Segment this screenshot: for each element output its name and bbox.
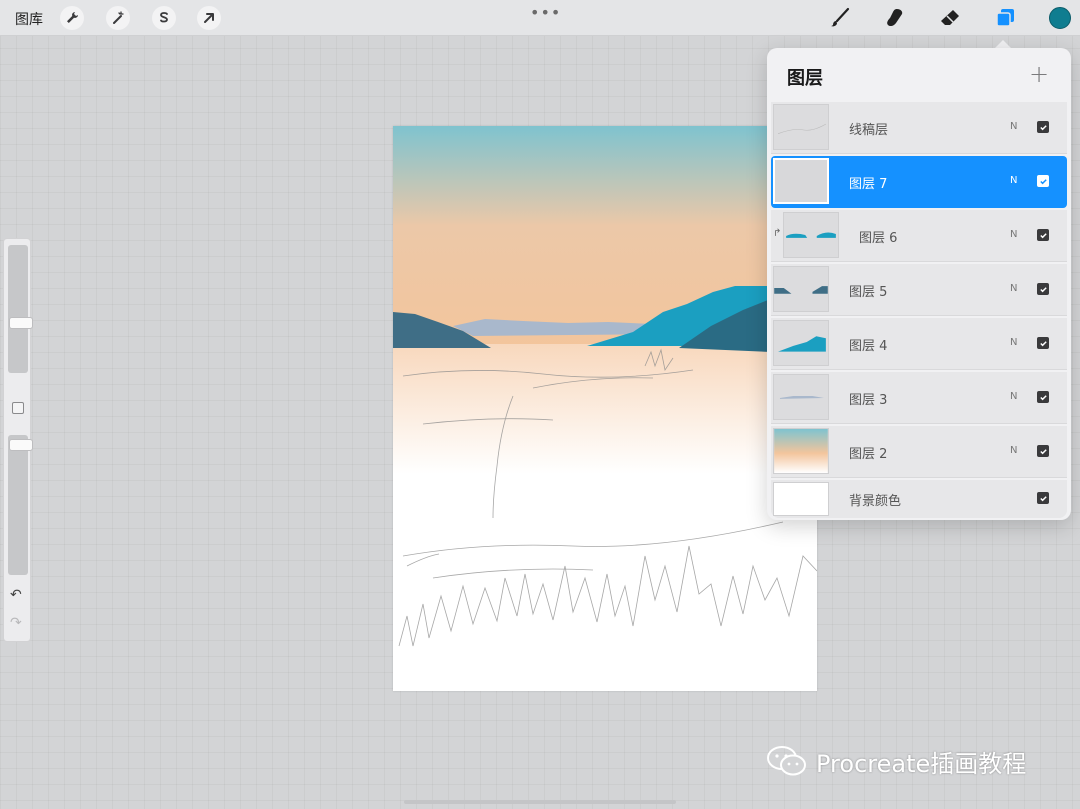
layer-row-layer-7[interactable]: 图层 7 N (771, 156, 1067, 208)
checkmark-icon (1039, 232, 1047, 238)
layer-thumbnail[interactable] (773, 266, 829, 312)
layer-6-thumbnail-image (786, 232, 836, 238)
wrench-icon (67, 12, 78, 23)
lineart-thumbnail-image (777, 123, 827, 134)
checkmark-icon (1039, 286, 1047, 292)
layer-thumbnail[interactable] (773, 104, 829, 150)
gallery-button[interactable]: 图库 (15, 9, 43, 29)
layer-visibility-checkbox[interactable] (1037, 229, 1049, 241)
checkmark-icon (1039, 340, 1047, 346)
layer-visibility-checkbox[interactable] (1037, 337, 1049, 349)
layer-visibility-checkbox[interactable] (1037, 175, 1049, 187)
opacity-slider[interactable] (8, 435, 33, 575)
brush-icon (831, 7, 850, 27)
blend-mode-button[interactable]: N (1010, 283, 1017, 294)
layer-name: 图层 5 (849, 285, 888, 300)
checkmark-icon (1039, 495, 1047, 501)
layers-panel-title: 图层 (787, 68, 823, 89)
layer-name: 图层 3 (849, 393, 888, 408)
layer-row-background-color[interactable]: 背景颜色 (771, 480, 1067, 518)
watermark-text: Procreate插画教程 (816, 749, 1027, 778)
layer-thumbnail[interactable] (773, 428, 829, 474)
layer-2-thumbnail-image (774, 429, 828, 473)
layer-thumbnail[interactable] (773, 482, 829, 516)
checkmark-icon (1039, 394, 1047, 400)
undo-button[interactable]: ↶ (10, 587, 22, 603)
blend-mode-button[interactable]: N (1010, 337, 1017, 348)
blend-mode-button[interactable]: N (1010, 445, 1017, 456)
top-toolbar: 图库 ••• (0, 0, 1080, 36)
checkmark-icon (1039, 178, 1047, 184)
layer-visibility-checkbox[interactable] (1037, 445, 1049, 457)
layer-visibility-checkbox[interactable] (1037, 492, 1049, 504)
layer-row-lineart[interactable]: 线稿层 N (771, 102, 1067, 154)
eraser-tool-button[interactable] (937, 5, 963, 31)
redo-button[interactable]: ↷ (10, 615, 22, 631)
blend-mode-button[interactable]: N (1010, 391, 1017, 402)
blend-mode-button[interactable]: N (1010, 121, 1017, 132)
more-options-handle[interactable]: ••• (530, 3, 561, 22)
checkmark-icon (1039, 124, 1047, 130)
clipping-mask-arrow-icon: ↱ (773, 228, 782, 239)
layer-4-thumbnail-image (778, 336, 826, 352)
canvas-artwork (393, 126, 817, 647)
blend-mode-button[interactable]: N (1010, 175, 1017, 186)
layer-thumbnail[interactable] (773, 320, 829, 366)
layer-name: 图层 7 (849, 177, 888, 192)
smudge-tool-button[interactable] (882, 5, 908, 31)
brush-tool-button[interactable] (827, 5, 853, 31)
layer-name: 线稿层 (849, 123, 889, 138)
smudge-icon (887, 9, 903, 27)
watermark: Procreate插画教程 (766, 745, 1027, 778)
layers-button[interactable] (992, 5, 1018, 31)
left-sidebar: ↶ ↷ (3, 238, 33, 642)
opacity-thumb[interactable] (9, 439, 33, 451)
layer-visibility-checkbox[interactable] (1037, 391, 1049, 403)
water-gradient (393, 344, 817, 474)
transform-button[interactable] (197, 6, 221, 30)
layer-row-layer-2[interactable]: 图层 2 N (771, 426, 1067, 478)
layer-name: 图层 4 (849, 339, 888, 354)
layers-icon (996, 9, 1014, 27)
magic-wand-icon (113, 11, 124, 24)
layer-visibility-checkbox[interactable] (1037, 121, 1049, 133)
layers-panel: 图层 + 线稿层 N 图层 7 N ↱ 图层 6 N 图层 5 N 图层 4 N… (767, 48, 1071, 520)
layer-name: 图层 6 (859, 231, 898, 246)
layer-3-thumbnail-image (779, 396, 824, 399)
actions-button[interactable] (60, 6, 84, 30)
layer-row-layer-5[interactable]: 图层 5 N (771, 264, 1067, 316)
eraser-icon (941, 10, 959, 25)
modify-button[interactable] (12, 402, 24, 414)
layer-5-thumbnail-image (774, 286, 828, 294)
layer-thumbnail[interactable] (773, 158, 829, 204)
selection-s-icon (160, 12, 168, 23)
layer-row-layer-3[interactable]: 图层 3 N (771, 372, 1067, 424)
adjustments-button[interactable] (106, 6, 130, 30)
layer-thumbnail[interactable] (773, 374, 829, 420)
add-layer-button[interactable]: + (1029, 60, 1049, 88)
color-picker-button[interactable] (1049, 7, 1071, 29)
wechat-icon (767, 746, 806, 776)
blend-mode-button[interactable]: N (1010, 229, 1017, 240)
selection-button[interactable] (152, 6, 176, 30)
checkmark-icon (1039, 448, 1047, 454)
layer-row-layer-4[interactable]: 图层 4 N (771, 318, 1067, 370)
brush-size-slider[interactable] (8, 245, 33, 373)
layer-name: 图层 2 (849, 447, 888, 462)
arrow-cursor-icon (204, 13, 214, 23)
layer-visibility-checkbox[interactable] (1037, 283, 1049, 295)
layer-row-layer-6[interactable]: ↱ 图层 6 N (771, 210, 1067, 262)
brush-size-thumb[interactable] (9, 317, 33, 329)
layer-name: 背景颜色 (849, 494, 902, 509)
drawing-canvas[interactable] (393, 126, 817, 691)
home-indicator[interactable] (404, 800, 676, 804)
layer-thumbnail[interactable] (783, 212, 839, 258)
